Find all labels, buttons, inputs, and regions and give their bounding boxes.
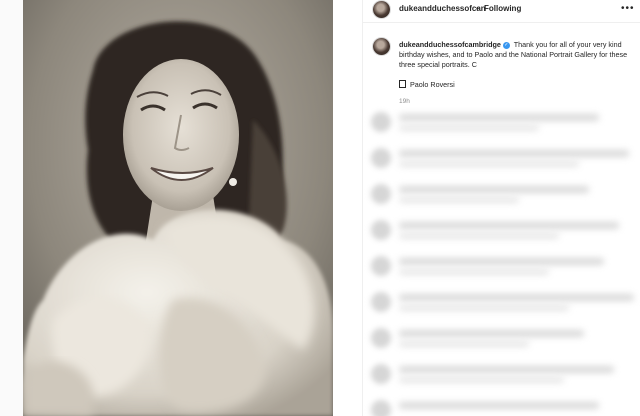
verified-badge-icon: ✓ [502,41,510,49]
caption-handle-link[interactable]: dukeandduchessofcambridge [399,40,501,49]
blurred-avatar [371,184,391,204]
blurred-line [399,186,589,193]
caption-text: dukeandduchessofcambridge ✓ Thank you for… [399,40,635,70]
blurred-line [399,150,629,157]
blurred-line [399,114,599,121]
blurred-line [399,377,564,383]
profile-handle-link[interactable]: dukeandduchessofcan [399,4,486,13]
photo-credit: Paolo Roversi [399,80,455,89]
blurred-line [399,269,549,275]
blurred-avatar [371,400,391,416]
comment-row [363,178,640,210]
blurred-line [399,222,619,229]
blurred-line [399,161,579,167]
comment-row [363,106,640,138]
camera-icon [399,80,406,88]
caption-avatar[interactable] [373,38,390,55]
blurred-line [399,233,559,239]
post-side-panel: dukeandduchessofcan • Following ••• duke… [362,0,640,416]
comment-row [363,358,640,390]
blurred-avatar [371,148,391,168]
blurred-avatar [371,328,391,348]
comment-row [363,394,640,416]
comment-row [363,322,640,354]
separator-dot: • [476,4,479,13]
blurred-line [399,258,604,265]
blurred-line [399,330,584,337]
blurred-avatar [371,364,391,384]
blurred-avatar [371,112,391,132]
blurred-line [399,294,634,301]
portrait-image [23,0,333,416]
comment-row [363,142,640,174]
blurred-avatar [371,220,391,240]
blurred-line [399,402,599,409]
blurred-line [399,305,569,311]
post-header: dukeandduchessofcan • Following ••• [363,0,640,23]
post-photo[interactable] [23,0,333,416]
profile-avatar[interactable] [373,1,390,18]
blurred-line [399,341,529,347]
comment-row [363,250,640,282]
blurred-avatar [371,256,391,276]
comment-row [363,214,640,246]
following-button[interactable]: Following [484,4,521,13]
blurred-avatar [371,292,391,312]
blurred-line [399,125,539,131]
more-options-icon[interactable]: ••• [621,3,635,14]
page-margin [0,0,23,416]
blurred-line [399,366,614,373]
credit-name: Paolo Roversi [410,80,455,89]
blurred-line [399,197,519,203]
comment-row [363,286,640,318]
blurred-comments [363,100,640,416]
